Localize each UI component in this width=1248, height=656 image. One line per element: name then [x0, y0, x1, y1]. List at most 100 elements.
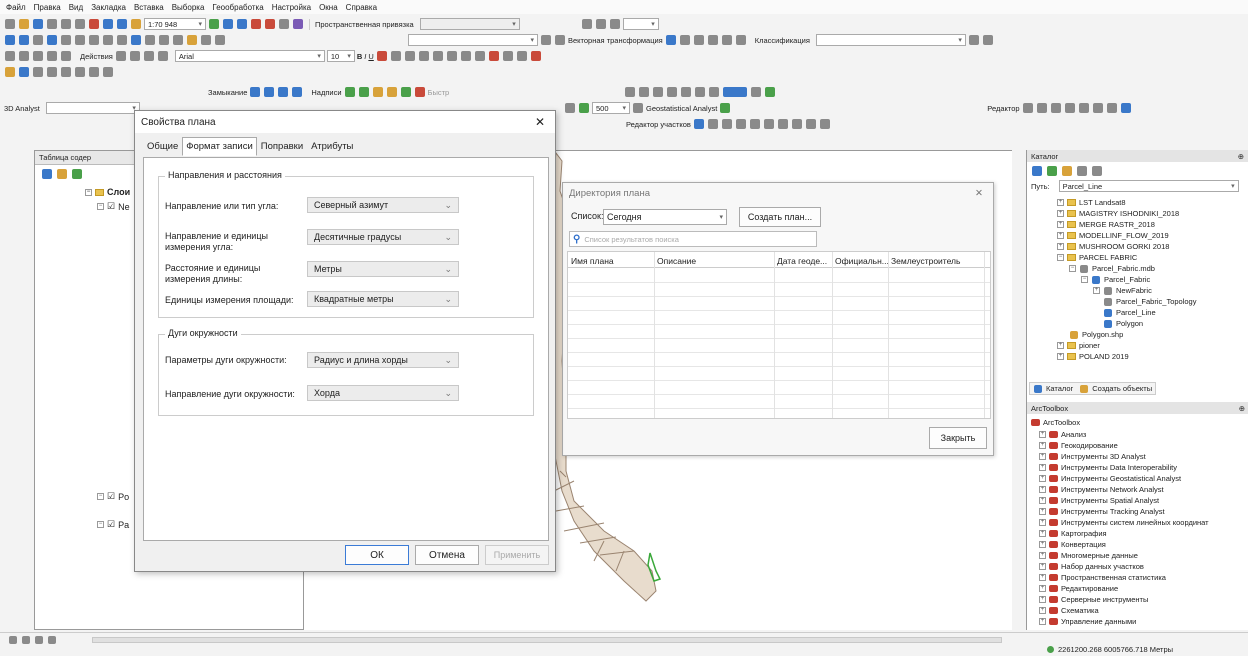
georef-icon[interactable]	[541, 35, 551, 45]
catalog-item[interactable]: + MERGE RASTR_2018	[1057, 220, 1155, 229]
tab-attributes[interactable]: Атрибуты	[307, 137, 357, 156]
extra-tool-icon[interactable]	[765, 87, 775, 97]
tab-create-features[interactable]: Создать объекты	[1092, 384, 1152, 393]
data-view-icon[interactable]	[9, 636, 17, 644]
catalog-item[interactable]: − Parcel_Fabric	[1081, 275, 1150, 284]
spatial-adjustment-label[interactable]: Пространственная привязка	[315, 20, 414, 29]
transform-tool-icon[interactable]	[665, 35, 676, 45]
direction-type-select[interactable]: Северный азимут ⌄	[307, 197, 459, 213]
color-swatch-icon[interactable]	[723, 87, 747, 97]
transform-tool-icon[interactable]	[707, 35, 718, 45]
georef-tool-icon[interactable]	[502, 51, 513, 61]
expand-icon[interactable]: +	[1039, 563, 1046, 570]
menu-customize[interactable]: Настройка	[272, 3, 311, 12]
pause-icon[interactable]	[48, 636, 56, 644]
expand-icon[interactable]: +	[1039, 497, 1046, 504]
column-header[interactable]: Дата геоде...	[774, 252, 832, 267]
zoom-in-icon[interactable]	[5, 35, 15, 45]
extra-tool-icon[interactable]	[667, 87, 677, 97]
tab-record-format[interactable]: Формат записи	[182, 137, 257, 156]
parcel-tool-icon[interactable]	[791, 119, 802, 129]
toolbox-item[interactable]: + Управление данными	[1039, 617, 1136, 626]
delete-icon[interactable]	[89, 19, 99, 29]
catalog-item[interactable]: − Parcel_Fabric.mdb	[1069, 264, 1155, 273]
toolbox-item[interactable]: + Пространственная статистика	[1039, 573, 1166, 582]
time-slider-icon[interactable]	[201, 35, 211, 45]
text-icon[interactable]	[157, 51, 168, 61]
toolbox-item[interactable]: + Картография	[1039, 529, 1107, 538]
hyperlink-icon[interactable]	[173, 35, 183, 45]
parcel-tool-icon[interactable]	[707, 119, 718, 129]
label-tool-icon[interactable]	[414, 87, 425, 97]
toolbox-item[interactable]: + Инструменты 3D Analyst	[1039, 452, 1146, 461]
edit-tool-icon[interactable]	[1022, 103, 1033, 113]
layer-tool-icon[interactable]	[61, 67, 71, 77]
catalog-item[interactable]: Polygon	[1103, 319, 1143, 328]
3d-analyst-label[interactable]: 3D Analyst	[4, 104, 40, 113]
extra-tool-icon[interactable]	[751, 87, 761, 97]
edge-snap-icon[interactable]	[292, 87, 303, 97]
menu-windows[interactable]: Окна	[319, 3, 338, 12]
label-tool-icon[interactable]	[344, 87, 355, 97]
draw-tool-icon[interactable]	[33, 51, 43, 61]
georef-icon[interactable]	[555, 35, 565, 45]
cancel-button[interactable]: Отмена	[415, 545, 479, 565]
parcel-tool-icon[interactable]	[749, 119, 760, 129]
expand-icon[interactable]: +	[1039, 453, 1046, 460]
layer-combo[interactable]: ▾	[408, 34, 538, 46]
expand-icon[interactable]: +	[1039, 519, 1046, 526]
label-tool-icon[interactable]	[400, 87, 411, 97]
layer-tool-icon[interactable]	[89, 67, 99, 77]
end-snap-icon[interactable]	[264, 87, 275, 97]
info-icon[interactable]	[131, 35, 141, 45]
expand-icon[interactable]: +	[1039, 552, 1046, 559]
parcel-editor-label[interactable]: Редактор участков	[626, 120, 691, 129]
geostat-tool-icon[interactable]	[565, 103, 575, 113]
redo-icon[interactable]	[117, 19, 127, 29]
expand-icon[interactable]: +	[1039, 431, 1046, 438]
checkbox-icon[interactable]: ☑	[107, 519, 115, 530]
rectangle-icon[interactable]	[143, 51, 154, 61]
toc-layer-item[interactable]: − ☑ Pa	[97, 519, 129, 530]
menu-help[interactable]: Справка	[346, 3, 377, 12]
expand-icon[interactable]: +	[1039, 618, 1046, 625]
angle-units-select[interactable]: Десятичные градусы ⌄	[307, 229, 459, 245]
toolbox-item[interactable]: + Редактирование	[1039, 584, 1118, 593]
extra-tool-icon[interactable]	[625, 87, 635, 97]
column-header[interactable]: Описание	[654, 252, 774, 267]
menu-view[interactable]: Вид	[69, 3, 83, 12]
edit-tool-icon[interactable]	[1078, 103, 1089, 113]
refresh-icon[interactable]	[35, 636, 43, 644]
layer-tool-icon[interactable]	[19, 67, 29, 77]
catalog-item[interactable]: + NewFabric	[1093, 286, 1152, 295]
adjust-tool-icon[interactable]	[609, 19, 620, 29]
tab-corrections[interactable]: Поправки	[257, 137, 307, 156]
labeling-label[interactable]: Надписи	[311, 88, 341, 97]
scale-500-combo[interactable]: 500 ▾	[592, 102, 630, 114]
save-icon[interactable]	[33, 19, 43, 29]
fixed-zoom-icon[interactable]	[61, 35, 71, 45]
column-header[interactable]: Имя плана	[568, 252, 654, 267]
toolbox-item[interactable]: + Анализ	[1039, 430, 1086, 439]
georef-tool-icon[interactable]	[516, 51, 527, 61]
actions-label[interactable]: Действия	[80, 52, 113, 61]
line-color-icon[interactable]	[404, 51, 415, 61]
menu-selection[interactable]: Выборка	[172, 3, 205, 12]
catalog-item[interactable]: + LST Landsat8	[1057, 198, 1126, 207]
parcel-tool-icon[interactable]	[721, 119, 732, 129]
toolbox-item[interactable]: + Многомерные данные	[1039, 551, 1138, 560]
catalog-icon[interactable]	[237, 19, 247, 29]
toc-icon[interactable]	[223, 19, 233, 29]
extra-tool-icon[interactable]	[695, 87, 705, 97]
font-size-combo[interactable]: 10 ▾	[326, 50, 355, 62]
draw-tool-icon[interactable]	[19, 51, 29, 61]
adjust-tool-icon[interactable]	[581, 19, 592, 29]
transform-tool-icon[interactable]	[721, 35, 732, 45]
create-viewer-icon[interactable]	[215, 35, 225, 45]
3d-layer-combo[interactable]: ▾	[45, 102, 140, 114]
parcel-tool-icon[interactable]	[763, 119, 774, 129]
arctoolbox-icon[interactable]	[265, 19, 275, 29]
menu-insert[interactable]: Вставка	[134, 3, 164, 12]
expand-icon[interactable]: +	[1039, 607, 1046, 614]
expand-icon[interactable]: +	[1039, 464, 1046, 471]
